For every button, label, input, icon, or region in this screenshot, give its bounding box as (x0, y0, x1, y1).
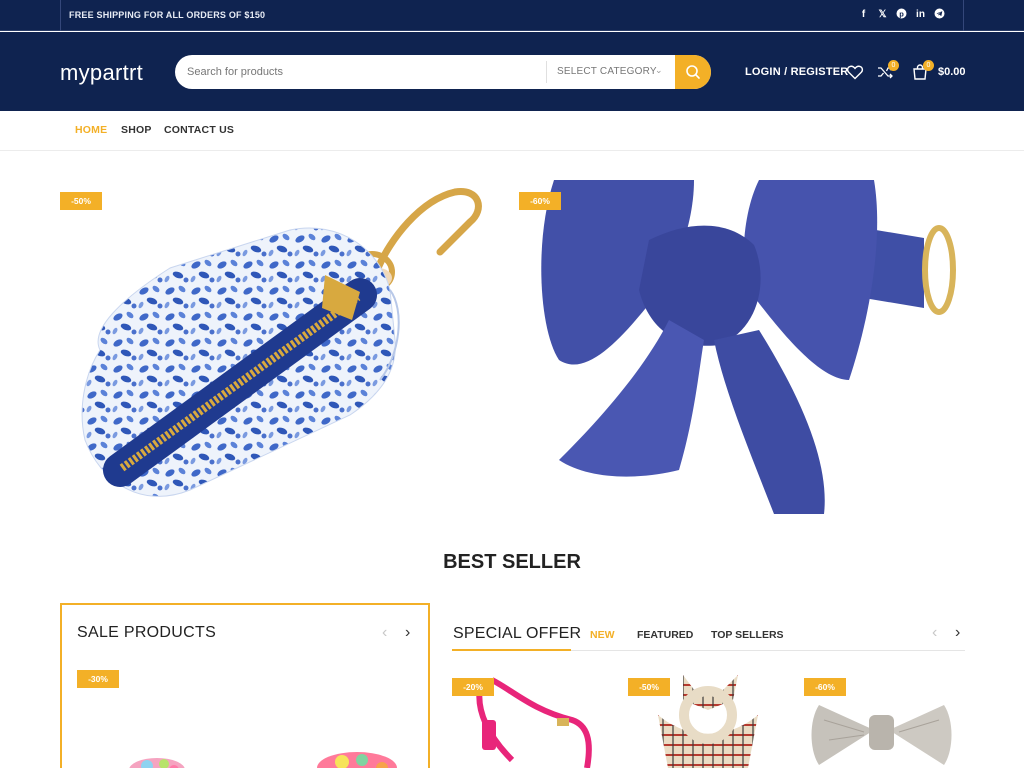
compare-count-badge: 0 (888, 60, 899, 71)
search-bar: SELECT CATEGORY ⌄ (175, 55, 711, 89)
sale-products-title: SALE PRODUCTS (77, 624, 217, 641)
svg-text:p: p (899, 9, 904, 18)
search-input[interactable] (187, 55, 537, 89)
pinterest-icon[interactable]: p (896, 8, 907, 21)
facebook-icon[interactable]: f (858, 8, 869, 21)
top-bar-inner: FREE SHIPPING FOR ALL ORDERS OF $150 f 𝕏… (60, 0, 964, 31)
tab-featured[interactable]: FEATURED (637, 629, 693, 641)
telegram-icon[interactable] (934, 8, 945, 21)
nav-item-home[interactable]: HOME (75, 124, 107, 136)
login-register-link[interactable]: LOGIN / REGISTER (745, 66, 848, 78)
cart-button[interactable]: 0 (911, 60, 934, 81)
discount-badge: -30% (77, 670, 119, 688)
floral-pouch-image (81, 188, 482, 497)
wishlist-button[interactable] (846, 63, 864, 81)
chevron-down-icon: ⌄ (655, 65, 663, 75)
search-button[interactable] (675, 55, 711, 89)
chevron-right-icon[interactable]: › (405, 624, 410, 642)
special-offer-title: SPECIAL OFFER (453, 625, 582, 642)
hero-banner-navy-bow[interactable]: -60% (519, 180, 964, 514)
product-card[interactable]: -60% (804, 670, 964, 768)
x-icon[interactable]: 𝕏 (877, 8, 888, 21)
cart-count-badge: 0 (923, 60, 934, 71)
cart-total[interactable]: $0.00 (938, 66, 966, 78)
site-header: mypartrt SELECT CATEGORY ⌄ LOGIN / REGIS… (0, 32, 1024, 111)
best-seller-title: BEST SELLER (443, 551, 581, 573)
social-links: f 𝕏 p in (858, 8, 945, 21)
sale-products-box: SALE PRODUCTS ‹ › -30% (60, 603, 430, 768)
product-card[interactable]: -20% (452, 670, 612, 768)
search-divider (546, 61, 547, 83)
tab-new[interactable]: NEW (590, 629, 615, 641)
linkedin-icon[interactable]: in (915, 8, 926, 21)
heart-icon (846, 65, 864, 80)
discount-badge: -50% (628, 678, 670, 696)
compare-button[interactable]: 0 (876, 60, 899, 81)
search-icon (686, 65, 700, 79)
shipping-notice: FREE SHIPPING FOR ALL ORDERS OF $150 (69, 10, 266, 20)
tab-top-sellers[interactable]: TOP SELLERS (711, 629, 784, 641)
navy-bow-image (541, 180, 956, 514)
nav-item-contact-us[interactable]: CONTACT US (164, 124, 234, 136)
site-logo[interactable]: mypartrt (60, 60, 143, 86)
top-bar: FREE SHIPPING FOR ALL ORDERS OF $150 f 𝕏… (0, 0, 1024, 31)
discount-badge: -60% (519, 192, 561, 210)
discount-badge: -20% (452, 678, 494, 696)
discount-badge: -50% (60, 192, 102, 210)
nav-item-shop[interactable]: SHOP (121, 124, 152, 136)
category-select[interactable]: SELECT CATEGORY (557, 66, 657, 77)
chevron-left-icon[interactable]: ‹ (932, 624, 937, 642)
main-nav: HOME SHOP CONTACT US (0, 111, 1024, 151)
sale-product-image (129, 752, 397, 768)
product-card[interactable]: -50% (628, 670, 788, 768)
active-title-underline (452, 649, 571, 651)
chevron-left-icon[interactable]: ‹ (382, 624, 387, 642)
chevron-right-icon[interactable]: › (955, 624, 960, 642)
discount-badge: -60% (804, 678, 846, 696)
hero-banner-floral-pouch[interactable]: -50% (60, 180, 490, 514)
